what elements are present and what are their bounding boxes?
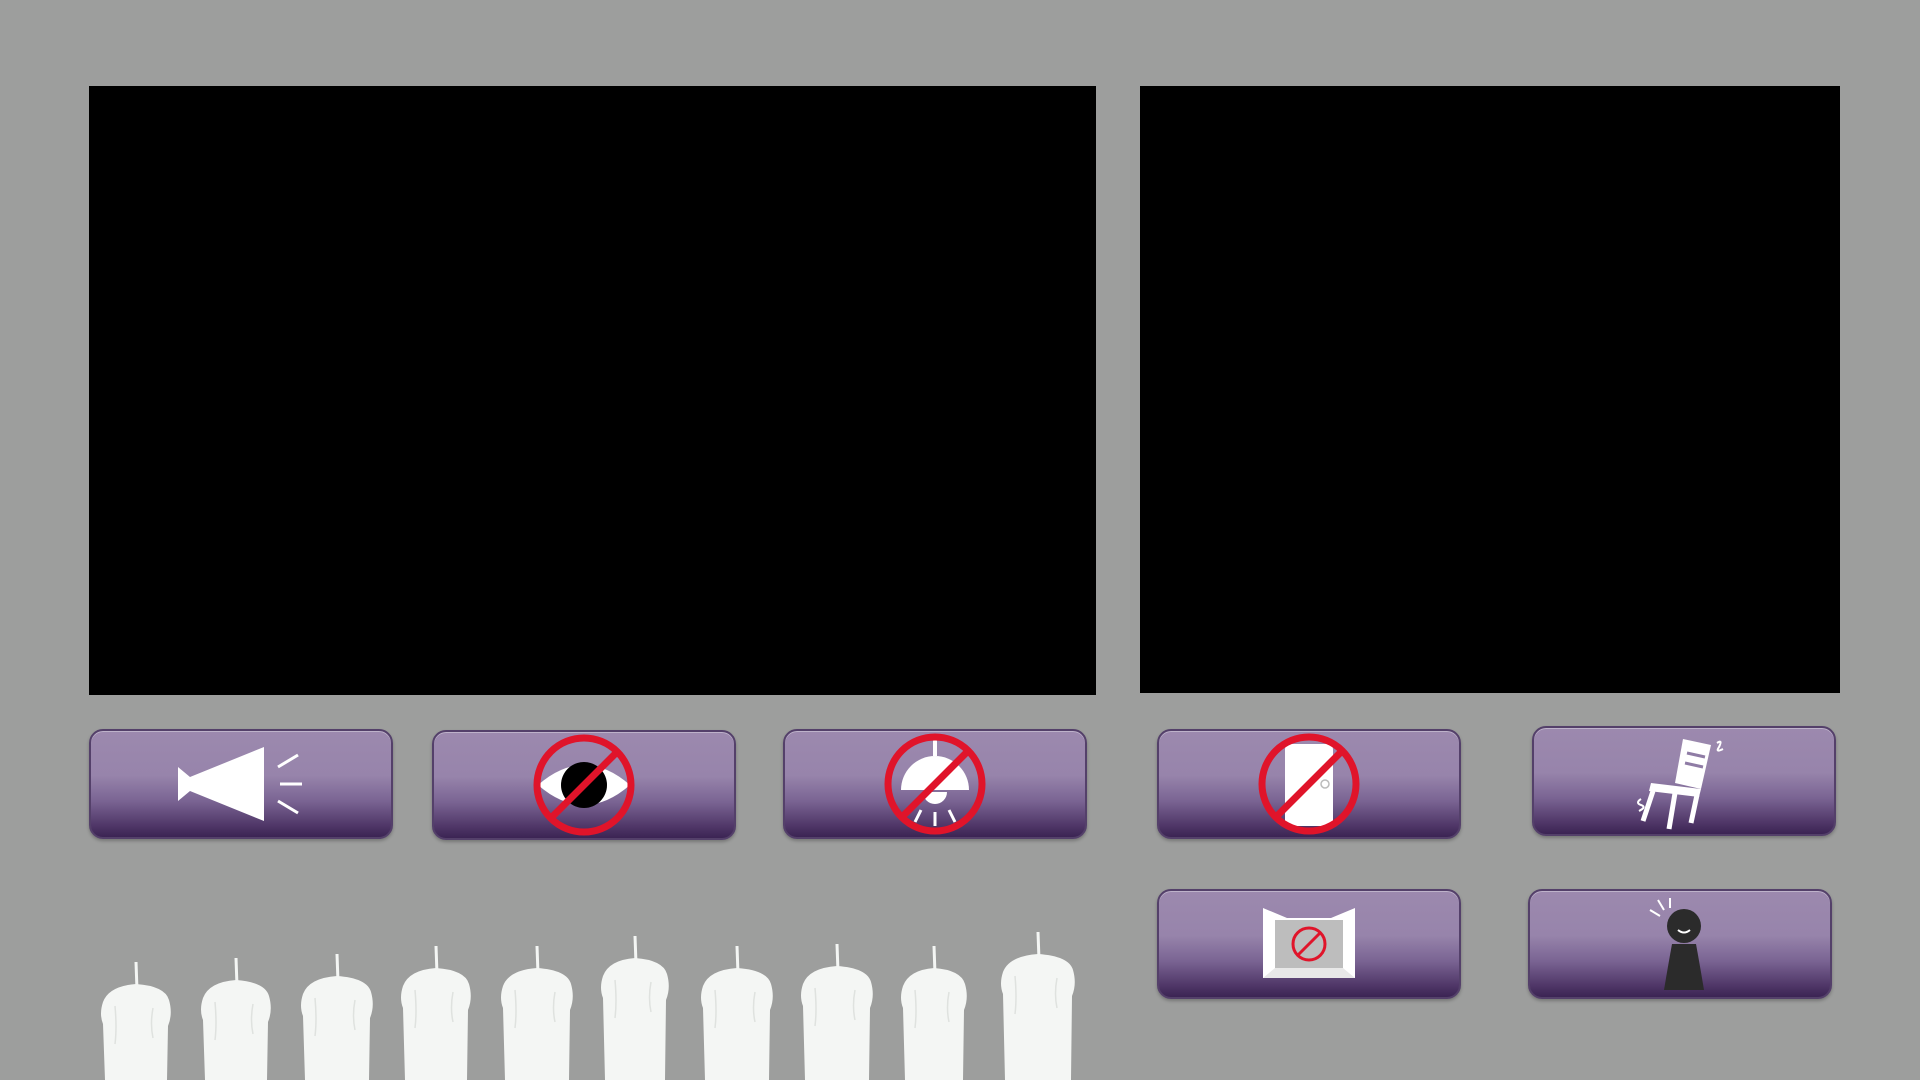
candle-icon (601, 935, 669, 1080)
no-door-icon (1258, 733, 1360, 835)
right-monitor-screen (1140, 86, 1840, 693)
candle-icon (401, 945, 471, 1080)
startled-person-button[interactable] (1528, 889, 1832, 999)
candle-icon (701, 945, 773, 1080)
candle-row (96, 931, 1086, 1080)
candle-icon (501, 945, 573, 1080)
candle-icon (101, 961, 171, 1080)
left-monitor-screen (89, 86, 1096, 695)
no-look-button[interactable] (432, 730, 736, 840)
candle-icon (1001, 931, 1075, 1080)
candle-icon (301, 953, 373, 1080)
sound-button[interactable] (89, 729, 393, 839)
candle-icon (801, 943, 873, 1080)
no-light-button[interactable] (783, 729, 1087, 839)
no-door-button[interactable] (1157, 729, 1461, 839)
candle-icon (201, 957, 271, 1080)
no-look-icon (533, 734, 635, 836)
blocked-box-button[interactable] (1157, 889, 1461, 999)
shaking-chair-icon (1637, 739, 1724, 830)
no-light-icon (884, 733, 986, 835)
shaking-chair-button[interactable] (1532, 726, 1836, 836)
candle-icon (901, 945, 967, 1080)
blocked-box-icon (1263, 908, 1355, 978)
megaphone-icon (178, 747, 302, 821)
startled-person-icon (1649, 898, 1704, 990)
